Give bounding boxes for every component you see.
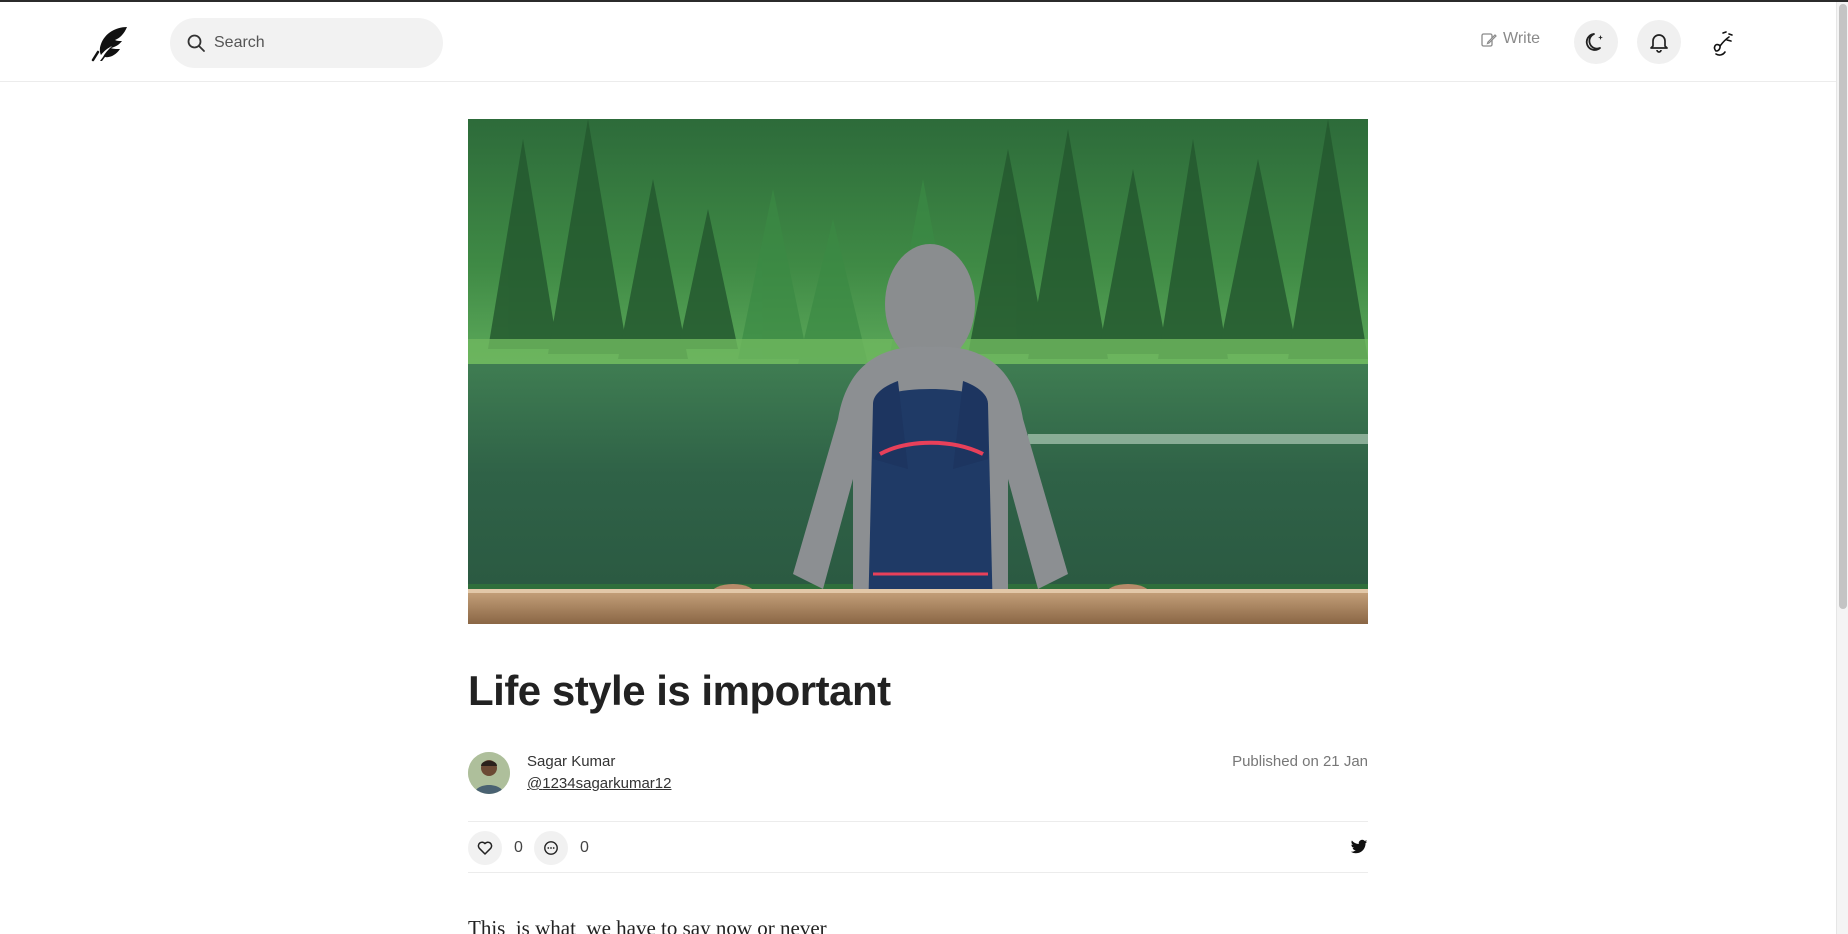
notifications-button[interactable] <box>1637 20 1681 64</box>
comment-button[interactable] <box>534 831 568 865</box>
hero-image <box>468 119 1368 624</box>
twitter-icon[interactable] <box>1350 838 1368 856</box>
edit-icon <box>1481 32 1497 47</box>
comment-count: 0 <box>580 839 589 856</box>
top-nav: Write <box>0 2 1836 82</box>
author-handle: 1234sagarkumar12 <box>542 775 672 792</box>
published-date: Published on 21 Jan <box>1232 753 1368 770</box>
search-bar[interactable] <box>170 18 443 68</box>
theme-toggle-button[interactable] <box>1574 20 1618 64</box>
like-button[interactable] <box>468 831 502 865</box>
feather-logo-icon[interactable] <box>90 24 132 62</box>
author-avatar[interactable] <box>468 752 510 794</box>
search-input[interactable] <box>214 34 414 52</box>
like-count: 0 <box>514 839 523 856</box>
heart-icon <box>477 841 493 855</box>
page-scrollbar[interactable] <box>1836 2 1848 934</box>
author-handle-prefix: @ <box>527 775 543 792</box>
write-label: Write <box>1503 30 1541 47</box>
avatar-icon <box>1713 31 1733 56</box>
author-photo <box>468 752 510 794</box>
scrollbar-thumb[interactable] <box>1839 4 1847 609</box>
article-actions-bar: 0 0 <box>468 821 1368 873</box>
write-button[interactable]: Write <box>1480 30 1540 48</box>
moon-icon <box>1585 33 1603 51</box>
article-title: Life style is important <box>468 667 891 714</box>
article-body-first-line: This is what we have to say now or never <box>468 916 827 934</box>
comment-icon <box>544 841 558 855</box>
profile-menu-button[interactable] <box>1700 22 1744 66</box>
page: Write <box>0 0 1848 934</box>
hero-image-illustration <box>468 119 1368 624</box>
author-name[interactable]: Sagar Kumar <box>527 753 615 770</box>
bell-icon <box>1650 34 1668 53</box>
search-icon <box>187 34 205 52</box>
author-handle-link[interactable]: @1234sagarkumar12 <box>527 775 672 792</box>
